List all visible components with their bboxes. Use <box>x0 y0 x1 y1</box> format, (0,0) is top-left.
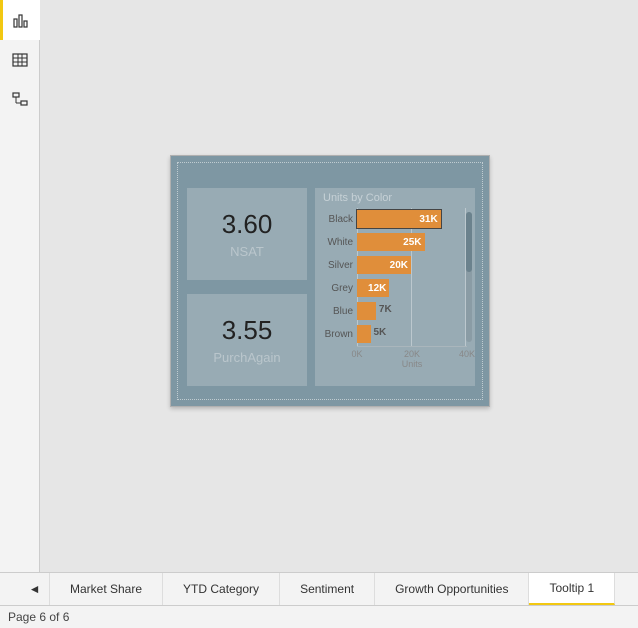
card-label: PurchAgain <box>213 350 280 365</box>
bar-row[interactable]: Silver20K <box>323 254 467 276</box>
model-view-button[interactable] <box>0 80 40 120</box>
bar-fill[interactable]: 7K <box>357 302 376 320</box>
bar-track: 5K <box>357 325 467 343</box>
card-purchagain[interactable]: 3.55 PurchAgain <box>187 294 307 386</box>
bar-track: 12K <box>357 279 467 297</box>
page-tab[interactable]: YTD Category <box>163 573 280 605</box>
bar-category-label: Silver <box>323 260 357 271</box>
bar-value-label: 5K <box>374 327 387 338</box>
bar-chart-icon <box>12 11 30 29</box>
chart-title: Units by Color <box>323 192 467 204</box>
bar-row[interactable]: Blue7K <box>323 300 467 322</box>
page-tab[interactable]: Tooltip 1 <box>529 573 615 605</box>
bar-row[interactable]: Black31K <box>323 208 467 230</box>
view-rail <box>0 0 40 572</box>
cards-column: 3.60 NSAT 3.55 PurchAgain <box>187 188 307 386</box>
axis-label: Units <box>402 359 423 369</box>
tick-label: 40K <box>459 349 475 359</box>
bar-track: 31K <box>357 210 467 228</box>
x-axis: 0K 20K 40K Units <box>357 346 467 368</box>
tooltip-page-container[interactable]: 3.60 NSAT 3.55 PurchAgain Units by Color… <box>170 155 490 407</box>
model-icon <box>11 91 29 109</box>
bar-fill[interactable]: 25K <box>357 233 425 251</box>
report-canvas[interactable]: 3.60 NSAT 3.55 PurchAgain Units by Color… <box>40 0 638 572</box>
bar-fill[interactable]: 31K <box>357 210 441 228</box>
bar-track: 25K <box>357 233 467 251</box>
bar-fill[interactable]: 20K <box>357 256 411 274</box>
chart-plot-area: Black31KWhite25KSilver20KGrey12KBlue7KBr… <box>323 208 467 346</box>
page-tab[interactable]: Market Share <box>50 573 163 605</box>
table-icon <box>11 51 29 69</box>
bar-category-label: White <box>323 237 357 248</box>
card-label: NSAT <box>230 244 264 259</box>
bar-category-label: Blue <box>323 306 357 317</box>
bar-row[interactable]: White25K <box>323 231 467 253</box>
bar-fill[interactable]: 5K <box>357 325 371 343</box>
page-indicator: Page 6 of 6 <box>8 610 69 624</box>
report-view-button[interactable] <box>0 0 40 40</box>
bar-category-label: Grey <box>323 283 357 294</box>
tick-label: 0K <box>351 349 362 359</box>
scroll-thumb[interactable] <box>466 212 472 272</box>
bar-fill[interactable]: 12K <box>357 279 389 297</box>
page-tab[interactable]: Sentiment <box>280 573 375 605</box>
page-tab-bar: ◄ ► Market ShareYTD CategorySentimentGro… <box>0 572 638 605</box>
tick-label: 20K <box>404 349 420 359</box>
bar-category-label: Black <box>323 214 357 225</box>
chart-scrollbar[interactable] <box>466 212 472 342</box>
bar-value-label: 7K <box>379 304 392 315</box>
bar-row[interactable]: Brown5K <box>323 323 467 345</box>
prev-tab-button[interactable]: ◄ <box>29 582 41 596</box>
bar-category-label: Brown <box>323 329 357 340</box>
tab-nav-arrows: ◄ ► <box>0 573 50 605</box>
data-view-button[interactable] <box>0 40 40 80</box>
card-value: 3.55 <box>222 315 273 346</box>
status-bar: Page 6 of 6 <box>0 605 638 628</box>
bar-track: 7K <box>357 302 467 320</box>
bar-row[interactable]: Grey12K <box>323 277 467 299</box>
units-by-color-chart[interactable]: Units by Color Black31KWhite25KSilver20K… <box>315 188 475 386</box>
card-value: 3.60 <box>222 209 273 240</box>
card-nsat[interactable]: 3.60 NSAT <box>187 188 307 280</box>
bar-track: 20K <box>357 256 467 274</box>
page-tab[interactable]: Growth Opportunities <box>375 573 529 605</box>
